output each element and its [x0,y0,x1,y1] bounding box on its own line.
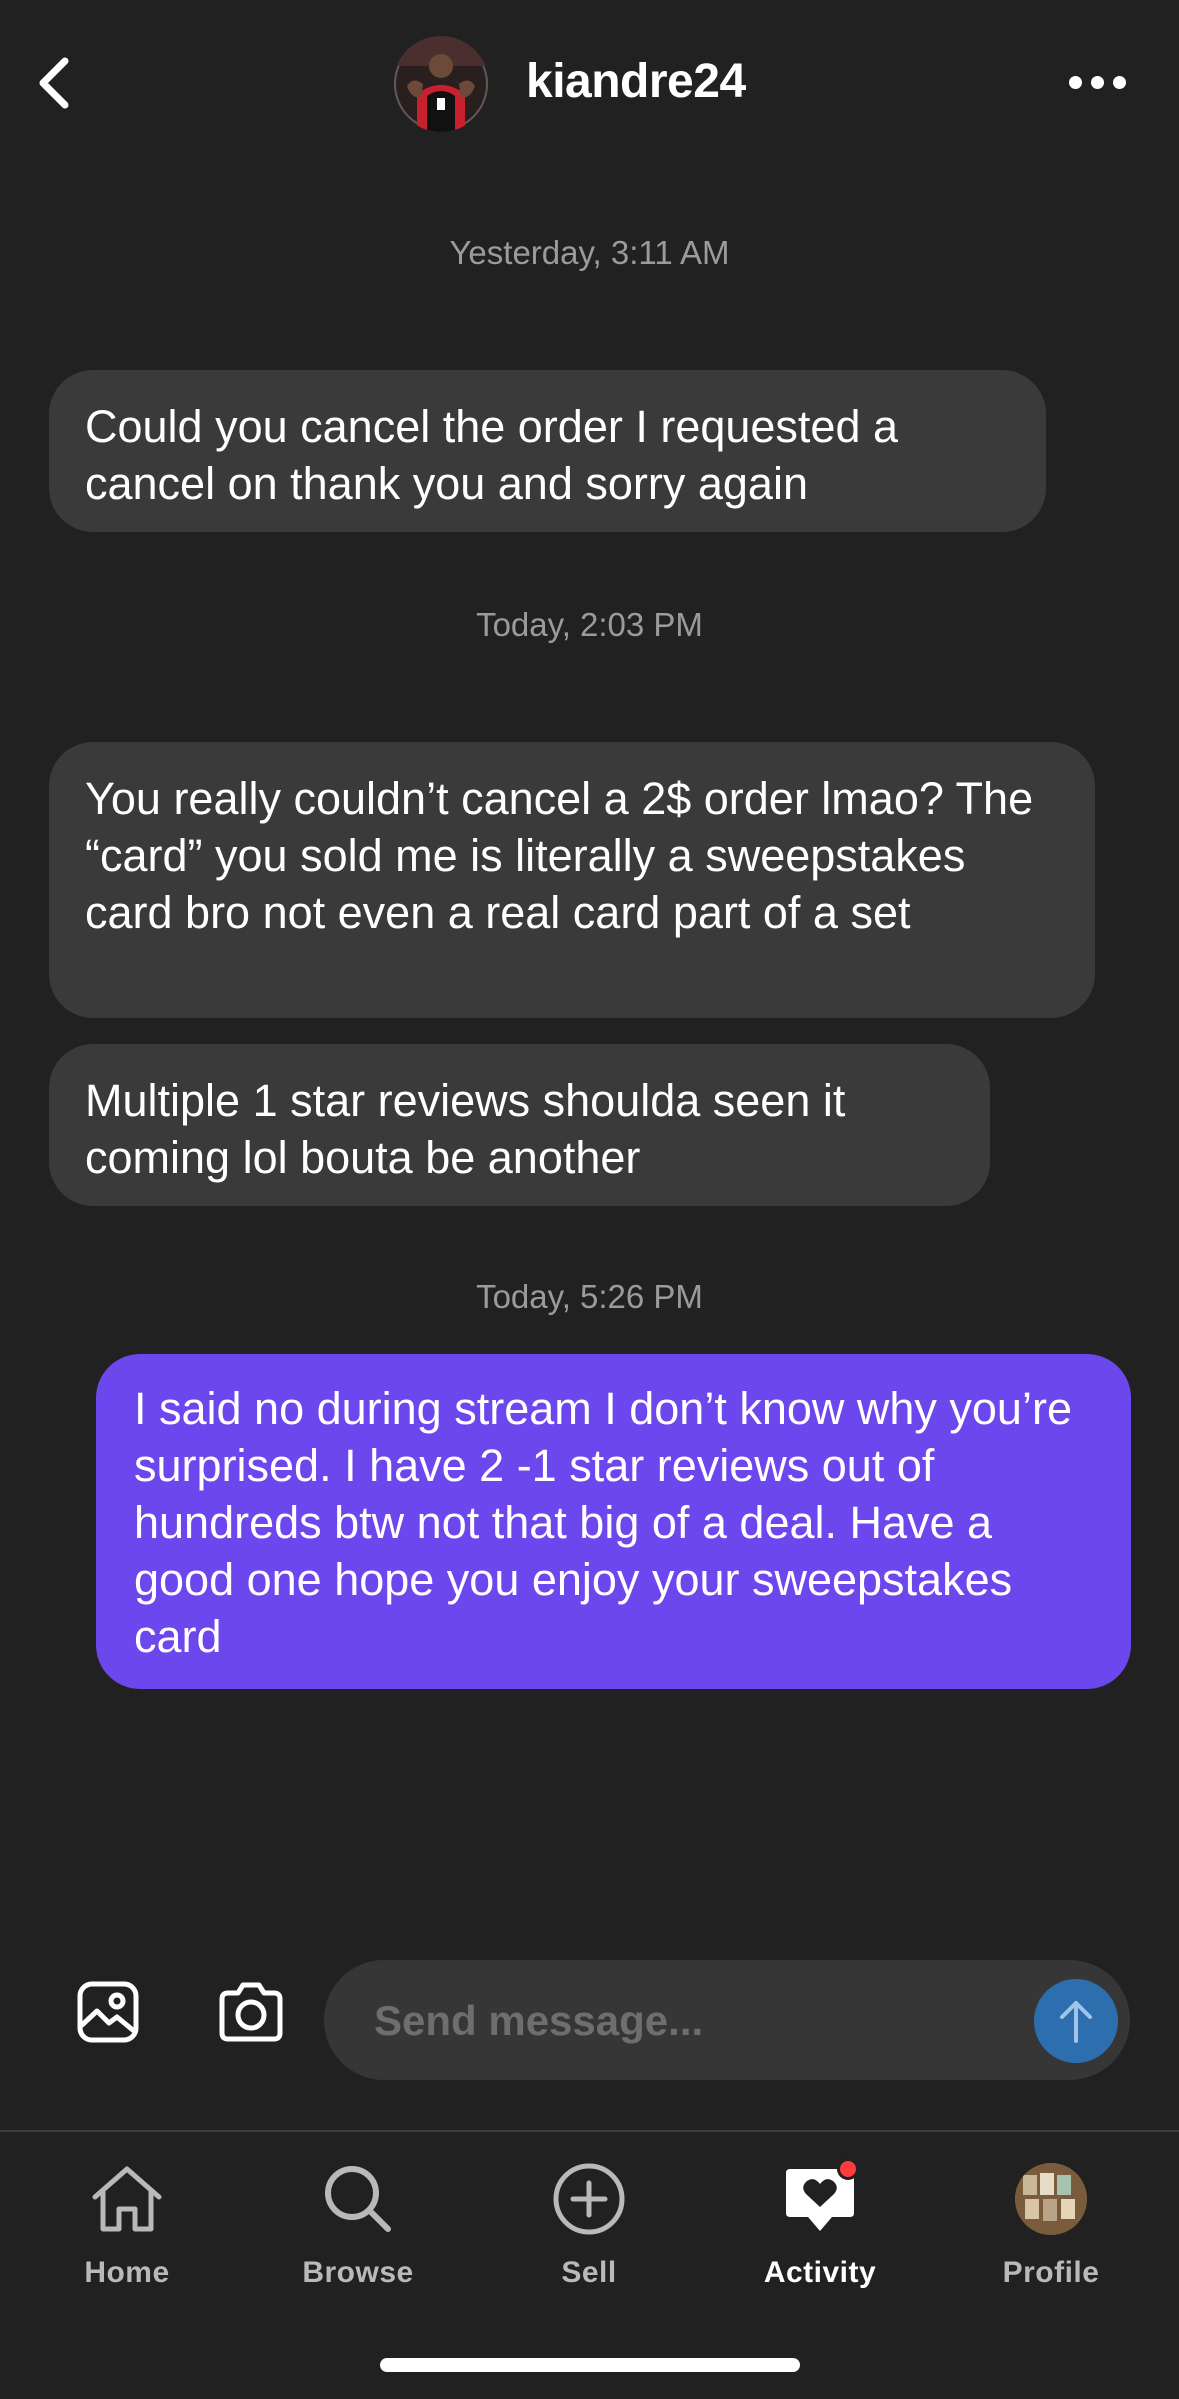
home-indicator[interactable] [380,2358,800,2372]
send-button[interactable] [1034,1979,1118,2063]
back-button[interactable] [18,48,88,118]
message-text: Multiple 1 star reviews shoulda seen it … [85,1075,846,1183]
message-input[interactable] [372,1960,1016,2082]
message-timestamp: Today, 2:03 PM [476,606,703,643]
chat-heart-icon [775,2154,865,2244]
arrow-up-icon [1060,2001,1092,2043]
search-icon [313,2154,403,2244]
tab-label: Activity [763,2256,877,2289]
incoming-message-bubble[interactable]: You really couldn’t cancel a 2$ order lm… [49,742,1095,1018]
tab-profile[interactable]: Profile [951,2154,1151,2324]
message-timestamp: Yesterday, 3:11 AM [449,234,730,271]
tab-label: Profile [1002,2256,1100,2289]
tab-browse[interactable]: Browse [258,2154,458,2324]
more-dot-icon [1090,75,1104,89]
gallery-button[interactable] [68,1972,148,2052]
message-text: You really couldn’t cancel a 2$ order lm… [85,773,1034,938]
tab-activity[interactable]: Activity [720,2154,920,2324]
home-icon [82,2154,172,2244]
profile-avatar-wrap [1006,2154,1096,2244]
tab-label: Home [84,2256,170,2289]
notification-badge [837,2158,859,2180]
profile-avatar [1015,2163,1087,2235]
tab-label: Sell [561,2256,617,2289]
incoming-message-bubble[interactable]: Multiple 1 star reviews shoulda seen it … [49,1044,990,1206]
message-text: I said no during stream I don’t know why… [134,1383,1072,1662]
more-dot-icon [1112,75,1126,89]
plus-circle-icon [544,2154,634,2244]
username-title[interactable]: kiandre24 [526,52,746,112]
camera-icon [219,1982,283,2042]
tab-home[interactable]: Home [27,2154,227,2324]
image-icon [77,1981,139,2043]
more-options-button[interactable] [1062,52,1132,112]
message-composer [324,1960,1130,2082]
avatar[interactable] [393,36,489,132]
camera-button[interactable] [211,1972,291,2052]
tab-label: Browse [302,2256,414,2289]
tab-sell[interactable]: Sell [489,2154,689,2324]
chevron-left-icon [39,57,69,109]
more-dot-icon [1068,75,1082,89]
incoming-message-bubble[interactable]: Could you cancel the order I requested a… [49,370,1046,532]
message-timestamp: Today, 5:26 PM [476,1278,703,1315]
conversation-header: kiandre24 [0,0,1179,170]
message-text: Could you cancel the order I requested a… [85,401,899,509]
outgoing-message-bubble[interactable]: I said no during stream I don’t know why… [96,1354,1131,1689]
